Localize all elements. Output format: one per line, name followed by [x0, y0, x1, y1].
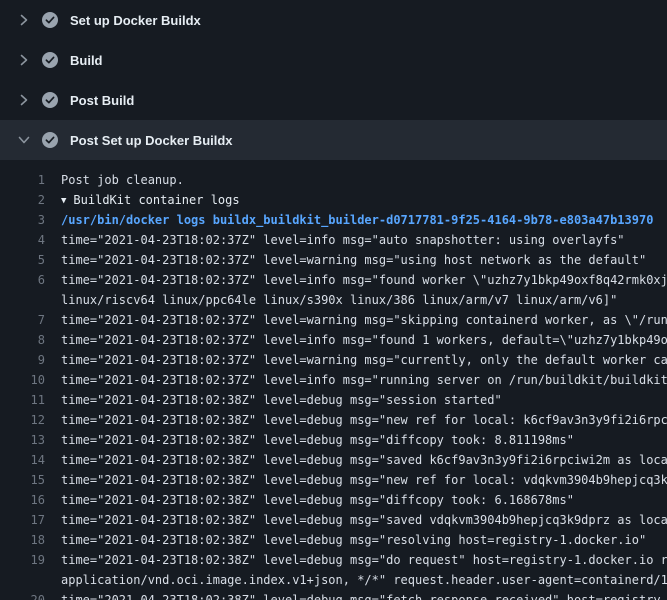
line-number: 8 — [0, 330, 45, 350]
log-line: 15time="2021-04-23T18:02:38Z" level=debu… — [0, 470, 667, 490]
log-line: 11time="2021-04-23T18:02:38Z" level=debu… — [0, 390, 667, 410]
log-text: time="2021-04-23T18:02:37Z" level=info m… — [45, 370, 667, 390]
log-line: linux/riscv64 linux/ppc64le linux/s390x … — [0, 290, 667, 310]
line-number: 19 — [0, 550, 45, 570]
log-group-row[interactable]: 2 ▼ BuildKit container logs — [0, 190, 667, 210]
log-text: linux/riscv64 linux/ppc64le linux/s390x … — [45, 290, 617, 310]
log-line: 7time="2021-04-23T18:02:37Z" level=warni… — [0, 310, 667, 330]
log-line: 18time="2021-04-23T18:02:38Z" level=debu… — [0, 530, 667, 550]
check-circle-icon — [42, 92, 58, 108]
section-header-post-set-up-docker-buildx[interactable]: Post Set up Docker Buildx — [0, 120, 667, 160]
line-number: 13 — [0, 430, 45, 450]
line-number: 3 — [0, 210, 45, 230]
log-text: time="2021-04-23T18:02:37Z" level=warnin… — [45, 350, 667, 370]
log-text: time="2021-04-23T18:02:38Z" level=debug … — [45, 490, 574, 510]
log-line: 5time="2021-04-23T18:02:37Z" level=warni… — [0, 250, 667, 270]
log-line: 4time="2021-04-23T18:02:37Z" level=info … — [0, 230, 667, 250]
line-number: 1 — [0, 170, 45, 190]
line-number: 9 — [0, 350, 45, 370]
log-text: application/vnd.oci.image.index.v1+json,… — [45, 570, 667, 590]
line-number: 16 — [0, 490, 45, 510]
log-line: 19time="2021-04-23T18:02:38Z" level=debu… — [0, 550, 667, 570]
section-header-build[interactable]: Build — [0, 40, 667, 80]
step-sections: Set up Docker Buildx Build Post Build Post … — [0, 0, 667, 160]
log-text: ▼ BuildKit container logs — [45, 190, 240, 210]
line-number: 2 — [0, 190, 45, 210]
log-area: 1Post job cleanup.2 ▼ BuildKit container l… — [0, 160, 667, 600]
line-number: 4 — [0, 230, 45, 250]
log-text: time="2021-04-23T18:02:38Z" level=debug … — [45, 530, 646, 550]
log-text: time="2021-04-23T18:02:37Z" level=info m… — [45, 270, 667, 290]
check-circle-icon — [42, 12, 58, 28]
line-number: 10 — [0, 370, 45, 390]
line-number: 18 — [0, 530, 45, 550]
line-number — [0, 290, 45, 310]
log-text: time="2021-04-23T18:02:37Z" level=info m… — [45, 230, 625, 250]
log-text: time="2021-04-23T18:02:38Z" level=debug … — [45, 450, 667, 470]
log-text: time="2021-04-23T18:02:38Z" level=debug … — [45, 470, 667, 490]
section-label: Set up Docker Buildx — [70, 13, 201, 28]
group-collapse-toggle-icon[interactable]: ▼ — [61, 191, 66, 210]
log-text: time="2021-04-23T18:02:38Z" level=debug … — [45, 410, 667, 430]
log-text: time="2021-04-23T18:02:37Z" level=warnin… — [45, 250, 646, 270]
line-number — [0, 570, 45, 590]
log-line: 3/usr/bin/docker logs buildx_buildkit_bu… — [0, 210, 667, 230]
line-number: 17 — [0, 510, 45, 530]
log-text: time="2021-04-23T18:02:38Z" level=debug … — [45, 510, 667, 530]
log-line: 17time="2021-04-23T18:02:38Z" level=debu… — [0, 510, 667, 530]
section-label: Post Build — [70, 93, 134, 108]
log-line: 13time="2021-04-23T18:02:38Z" level=debu… — [0, 430, 667, 450]
log-line: 10time="2021-04-23T18:02:37Z" level=info… — [0, 370, 667, 390]
section-header-set-up-docker-buildx[interactable]: Set up Docker Buildx — [0, 0, 667, 40]
log-line: 8time="2021-04-23T18:02:37Z" level=info … — [0, 330, 667, 350]
log-line: 1Post job cleanup. — [0, 170, 667, 190]
log-text: Post job cleanup. — [45, 170, 184, 190]
log-text: time="2021-04-23T18:02:38Z" level=debug … — [45, 550, 667, 570]
line-number: 20 — [0, 590, 45, 600]
section-label: Build — [70, 53, 103, 68]
chevron-right-icon[interactable] — [16, 92, 32, 108]
check-circle-icon — [42, 132, 58, 148]
log-line: 12time="2021-04-23T18:02:38Z" level=debu… — [0, 410, 667, 430]
line-number: 15 — [0, 470, 45, 490]
log-text: time="2021-04-23T18:02:37Z" level=info m… — [45, 330, 667, 350]
chevron-down-icon[interactable] — [16, 132, 32, 148]
chevron-right-icon[interactable] — [16, 52, 32, 68]
log-line: application/vnd.oci.image.index.v1+json,… — [0, 570, 667, 590]
line-number: 14 — [0, 450, 45, 470]
log-line: 20time="2021-04-23T18:02:38Z" level=debu… — [0, 590, 667, 600]
log-line: 9time="2021-04-23T18:02:37Z" level=warni… — [0, 350, 667, 370]
line-number: 6 — [0, 270, 45, 290]
line-number: 7 — [0, 310, 45, 330]
chevron-right-icon[interactable] — [16, 12, 32, 28]
log-text: time="2021-04-23T18:02:38Z" level=debug … — [45, 390, 502, 410]
log-text: time="2021-04-23T18:02:38Z" level=debug … — [45, 590, 661, 600]
actions-log-viewer: Set up Docker Buildx Build Post Build Post … — [0, 0, 667, 600]
log-line: 14time="2021-04-23T18:02:38Z" level=debu… — [0, 450, 667, 470]
log-line: 6time="2021-04-23T18:02:37Z" level=info … — [0, 270, 667, 290]
log-text: time="2021-04-23T18:02:38Z" level=debug … — [45, 430, 574, 450]
line-number: 11 — [0, 390, 45, 410]
log-command-text: /usr/bin/docker logs buildx_buildkit_bui… — [45, 210, 653, 230]
section-label: Post Set up Docker Buildx — [70, 133, 233, 148]
line-number: 12 — [0, 410, 45, 430]
group-title: BuildKit container logs — [73, 193, 239, 207]
log-line: 16time="2021-04-23T18:02:38Z" level=debu… — [0, 490, 667, 510]
log-text: time="2021-04-23T18:02:37Z" level=warnin… — [45, 310, 667, 330]
line-number: 5 — [0, 250, 45, 270]
check-circle-icon — [42, 52, 58, 68]
section-header-post-build[interactable]: Post Build — [0, 80, 667, 120]
